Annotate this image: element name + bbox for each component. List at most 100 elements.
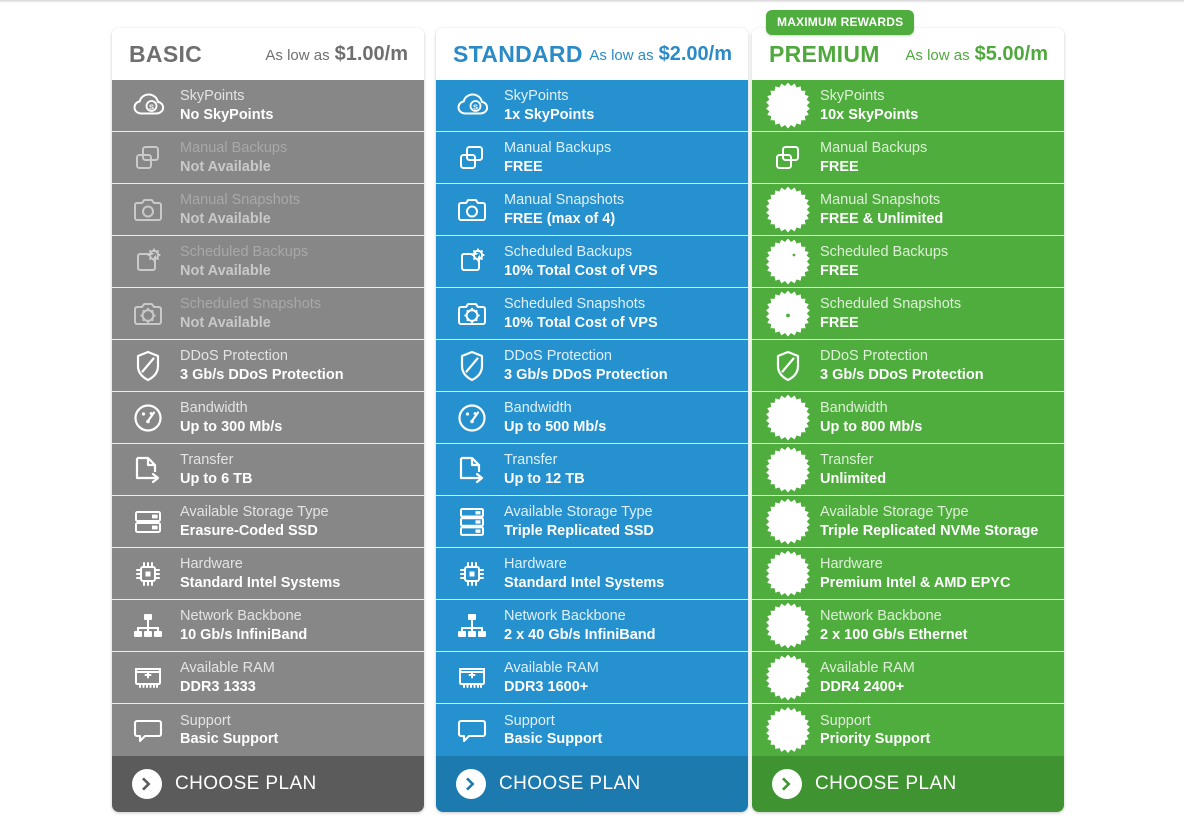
feature-text: Manual Backups Not Available: [180, 140, 287, 174]
feature-text: Available Storage Type Triple Replicated…: [820, 504, 1038, 538]
feature-row: DDoS Protection 3 Gb/s DDoS Protection: [436, 340, 748, 392]
feature-list-standard: S SkyPoints 1x SkyPoints Manual Backups …: [436, 80, 748, 756]
feature-row: Transfer Unlimited: [752, 444, 1064, 496]
feature-text: Available Storage Type Triple Replicated…: [504, 504, 654, 538]
feature-label: DDoS Protection: [820, 348, 928, 365]
feature-value: Not Available: [180, 158, 271, 175]
feature-label: DDoS Protection: [180, 348, 288, 365]
feature-text: Bandwidth Up to 300 Mb/s: [180, 400, 282, 434]
price-value: $5.00/m: [974, 42, 1048, 65]
storage-server-icon: [126, 500, 170, 544]
feature-row: Network Backbone 2 x 40 Gb/s InfiniBand: [436, 600, 748, 652]
feature-value: Basic Support: [180, 731, 279, 747]
feature-value: 10% Total Cost of VPS: [504, 262, 658, 279]
feature-label: Network Backbone: [820, 608, 942, 625]
feature-row: Scheduled Snapshots FREE: [752, 288, 1064, 340]
price-value: $2.00/m: [658, 42, 732, 65]
chevron-right-icon: [772, 769, 802, 799]
pricing-plans-container: BASIC As low as $1.00/m S SkyPoints No S…: [0, 0, 1184, 823]
feature-row: Hardware Standard Intel Systems: [436, 548, 748, 600]
feature-label: Available RAM: [820, 660, 915, 677]
feature-text: SkyPoints 1x SkyPoints: [504, 88, 594, 122]
feature-value: Triple Replicated NVMe Storage: [820, 522, 1039, 539]
feature-value: Not Available: [180, 262, 271, 279]
manual-backups-icon: [766, 136, 810, 180]
feature-row: Hardware Premium Intel & AMD EPYC: [752, 548, 1064, 600]
feature-row: Scheduled Backups 10% Total Cost of VPS: [436, 236, 748, 288]
feature-text: Hardware Premium Intel & AMD EPYC: [820, 556, 1010, 590]
feature-label: Scheduled Snapshots: [504, 296, 646, 313]
ddos-shield-icon: [450, 344, 494, 388]
plan-name-standard: STANDARD: [453, 40, 583, 67]
feature-row: Support Basic Support: [112, 704, 424, 756]
feature-text: Bandwidth Up to 800 Mb/s: [820, 400, 922, 434]
feature-label: Manual Backups: [180, 140, 288, 157]
feature-text: Transfer Up to 6 TB: [180, 452, 253, 486]
feature-value: No SkyPoints: [180, 106, 274, 123]
plan-card-standard: STANDARD As low as $2.00/m S SkyPoints 1…: [436, 28, 748, 812]
bandwidth-gauge-icon: [126, 396, 170, 440]
feature-value: Unlimited: [820, 470, 887, 487]
feature-label: DDoS Protection: [504, 348, 612, 365]
feature-text: Scheduled Snapshots FREE: [820, 296, 961, 330]
feature-value: Premium Intel & AMD EPYC: [820, 574, 1011, 591]
scheduled-snapshots-icon: [450, 292, 494, 336]
plan-header-standard: STANDARD As low as $2.00/m: [436, 28, 748, 80]
feature-row: DDoS Protection 3 Gb/s DDoS Protection: [112, 340, 424, 392]
plan-price-standard: As low as $2.00/m: [589, 43, 732, 66]
feature-row: Available Storage Type Triple Replicated…: [752, 496, 1064, 548]
feature-label: Available Storage Type: [820, 504, 969, 521]
plan-card-inner-basic: BASIC As low as $1.00/m S SkyPoints No S…: [112, 28, 424, 812]
choose-plan-button-basic[interactable]: CHOOSE PLAN: [112, 756, 424, 812]
price-prefix: As low as: [589, 46, 654, 64]
feature-text: Scheduled Snapshots 10% Total Cost of VP…: [504, 296, 658, 330]
feature-value: FREE: [504, 158, 543, 175]
feature-text: SkyPoints No SkyPoints: [180, 88, 273, 122]
storage-server-triple-icon: [450, 500, 494, 544]
feature-text: Network Backbone 10 Gb/s InfiniBand: [180, 608, 307, 642]
manual-snapshots-icon: [450, 188, 494, 232]
feature-value: Priority Support: [820, 731, 931, 747]
feature-value: DDR3 1333: [180, 678, 256, 695]
feature-label: Available RAM: [504, 660, 599, 677]
feature-text: Scheduled Backups Not Available: [180, 244, 308, 278]
feature-row: Support Priority Support: [752, 704, 1064, 756]
feature-text: Network Backbone 2 x 100 Gb/s Ethernet: [820, 608, 967, 642]
feature-value: Up to 800 Mb/s: [820, 418, 923, 435]
scheduled-snapshots-icon: [766, 292, 810, 336]
chevron-right-icon: [142, 777, 151, 791]
feature-label: Available Storage Type: [180, 504, 329, 521]
feature-row: Network Backbone 10 Gb/s InfiniBand: [112, 600, 424, 652]
choose-plan-button-premium[interactable]: CHOOSE PLAN: [752, 756, 1064, 812]
svg-text:S: S: [473, 102, 478, 111]
feature-row: Available RAM DDR3 1333: [112, 652, 424, 704]
feature-value: DDR4 2400+: [820, 678, 905, 695]
plan-price-premium: As low as $5.00/m: [905, 43, 1048, 66]
choose-plan-button-standard[interactable]: CHOOSE PLAN: [436, 756, 748, 812]
scheduled-snapshots-icon: [126, 292, 170, 336]
feature-label: Scheduled Backups: [180, 244, 309, 261]
feature-label: Manual Snapshots: [180, 192, 301, 209]
feature-label: Support: [504, 712, 555, 729]
bandwidth-gauge-icon: [766, 396, 810, 440]
plan-price-basic: As low as $1.00/m: [265, 43, 408, 66]
feature-label: Network Backbone: [504, 608, 626, 625]
network-backbone-icon: [766, 604, 810, 648]
skypoints-cloud-icon: S: [126, 84, 170, 128]
ram-icon: [450, 656, 494, 700]
network-backbone-icon: [450, 604, 494, 648]
feature-row: Available Storage Type Erasure-Coded SSD: [112, 496, 424, 548]
plan-header-basic: BASIC As low as $1.00/m: [112, 28, 424, 80]
feature-label: SkyPoints: [504, 88, 569, 105]
feature-value: 3 Gb/s DDoS Protection: [820, 366, 984, 383]
feature-row: Bandwidth Up to 800 Mb/s: [752, 392, 1064, 444]
feature-row: S SkyPoints No SkyPoints: [112, 80, 424, 132]
feature-text: Network Backbone 2 x 40 Gb/s InfiniBand: [504, 608, 655, 642]
feature-text: Support Priority Support: [820, 713, 930, 747]
feature-text: Manual Snapshots Not Available: [180, 192, 300, 226]
feature-row: Available Storage Type Triple Replicated…: [436, 496, 748, 548]
feature-value: Erasure-Coded SSD: [180, 522, 318, 539]
feature-row: Manual Snapshots FREE (max of 4): [436, 184, 748, 236]
feature-text: Manual Backups FREE: [820, 140, 927, 174]
plan-card-inner-premium: PREMIUM As low as $5.00/m S SkyPoints 10…: [752, 28, 1064, 812]
